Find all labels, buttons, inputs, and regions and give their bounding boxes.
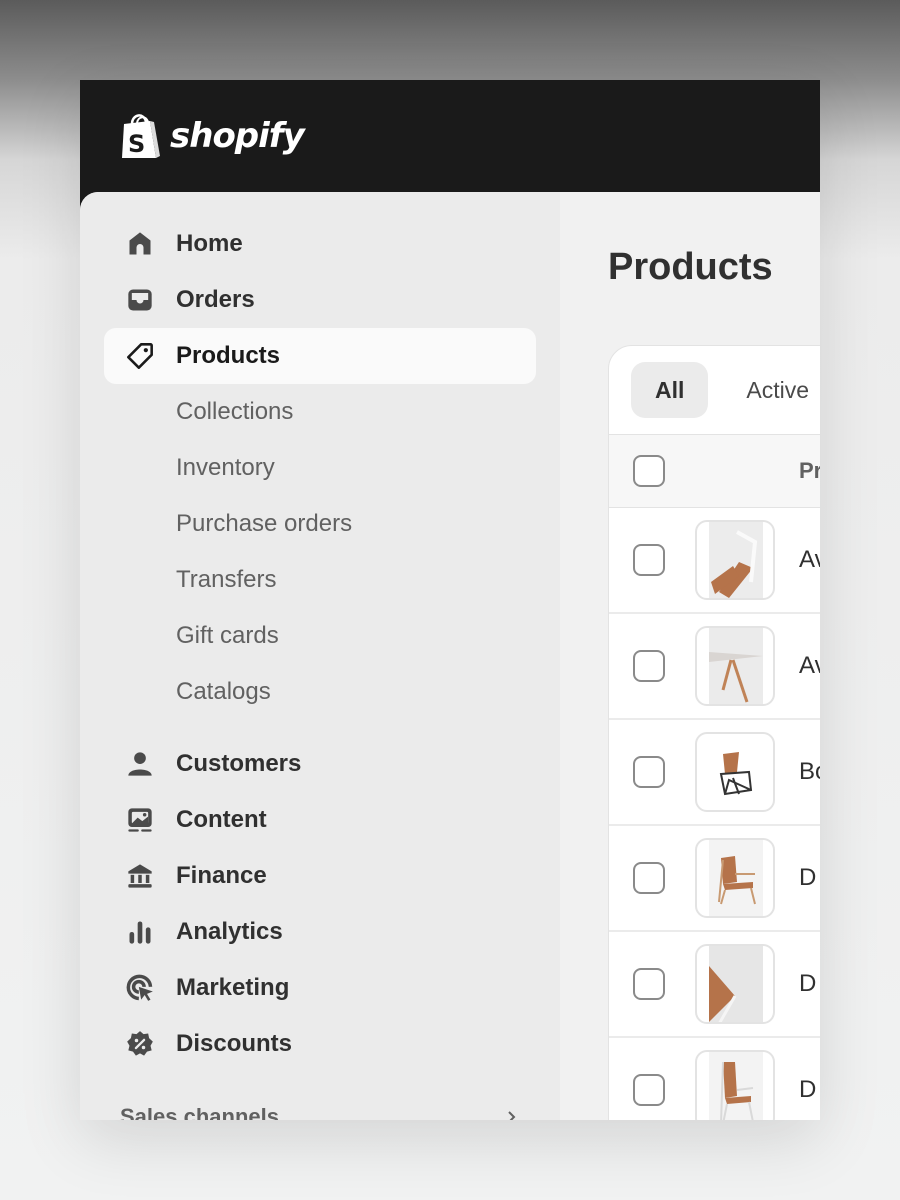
sidebar-item-orders[interactable]: Orders [104, 272, 536, 328]
sidebar-item-discounts[interactable]: Discounts [104, 1016, 536, 1072]
filter-tabs: All Active [609, 346, 820, 434]
product-image-chair-closeup [709, 946, 763, 1022]
row-checkbox[interactable] [633, 544, 665, 576]
main-content: Products All Active Product Av Av Bo D D D [560, 192, 820, 1120]
svg-text:S: S [128, 130, 145, 158]
product-thumbnail[interactable] [695, 626, 775, 706]
sidebar-item-label: Content [176, 806, 267, 833]
tab-active[interactable]: Active [722, 362, 820, 418]
sidebar-item-label: Home [176, 230, 243, 257]
sidebar-item-home[interactable]: Home [104, 216, 536, 272]
sidebar-subitem-gift-cards[interactable]: Gift cards [80, 608, 560, 664]
column-header-product[interactable]: Product [799, 458, 820, 484]
sidebar-item-label: Analytics [176, 918, 283, 945]
target-icon [126, 974, 154, 1002]
app-window: S shopify Home Orders Products Collectio… [80, 80, 820, 1120]
product-name[interactable]: D [799, 864, 816, 892]
product-name[interactable]: Av [799, 546, 820, 574]
sidebar-subitem-catalogs[interactable]: Catalogs [80, 664, 560, 720]
products-table-card: All Active Product Av Av Bo D D D [608, 345, 820, 1120]
discount-badge-icon [126, 1030, 154, 1058]
sidebar-subitem-transfers[interactable]: Transfers [80, 552, 560, 608]
shopify-bag-icon: S [122, 114, 160, 158]
product-image-highback-chair [709, 1052, 763, 1120]
tag-icon [126, 342, 154, 370]
table-row[interactable]: Bo [609, 720, 820, 826]
sidebar-item-label: Discounts [176, 1030, 293, 1057]
bank-icon [126, 862, 154, 890]
sidebar-item-finance[interactable]: Finance [104, 848, 536, 904]
page-title: Products [608, 246, 773, 288]
product-thumbnail[interactable] [695, 944, 775, 1024]
shopify-wordmark: shopify [170, 116, 305, 156]
top-bar: S shopify [80, 80, 820, 192]
shopify-logo[interactable]: S shopify [120, 112, 305, 160]
sidebar: Home Orders Products Collections Invento… [80, 192, 560, 1120]
row-checkbox[interactable] [633, 650, 665, 682]
product-image-stacked-chairs [719, 752, 753, 796]
product-name[interactable]: Av [799, 652, 820, 680]
product-name[interactable]: D [799, 970, 816, 998]
product-name[interactable]: Bo [799, 758, 820, 786]
sidebar-item-label: Products [176, 342, 281, 369]
row-checkbox[interactable] [633, 968, 665, 1000]
sidebar-item-content[interactable]: Content [104, 792, 536, 848]
product-thumbnail[interactable] [695, 520, 775, 600]
sidebar-subitem-collections[interactable]: Collections [80, 384, 560, 440]
sidebar-subitem-purchase-orders[interactable]: Purchase orders [80, 496, 560, 552]
image-icon [126, 806, 154, 834]
bar-chart-icon [126, 918, 154, 946]
product-image-table [709, 628, 763, 704]
table-header: Product [609, 434, 820, 508]
inbox-icon [126, 286, 154, 314]
table-row[interactable]: Av [609, 508, 820, 614]
sidebar-item-label: Orders [176, 286, 255, 313]
table-row[interactable]: D [609, 932, 820, 1038]
table-body: Av Av Bo D D D [609, 508, 820, 1120]
select-all-checkbox[interactable] [633, 455, 665, 487]
sidebar-item-marketing[interactable]: Marketing [104, 960, 536, 1016]
sidebar-item-label: Marketing [176, 974, 290, 1001]
sidebar-item-label: Finance [176, 862, 267, 889]
row-checkbox[interactable] [633, 1074, 665, 1106]
sidebar-subitem-inventory[interactable]: Inventory [80, 440, 560, 496]
sidebar-item-customers[interactable]: Customers [104, 736, 536, 792]
person-icon [126, 750, 154, 778]
sidebar-item-analytics[interactable]: Analytics [104, 904, 536, 960]
product-image-lounge-chair [709, 840, 763, 916]
table-row[interactable]: Av [609, 614, 820, 720]
product-thumbnail[interactable] [695, 838, 775, 918]
chevron-right-icon[interactable] [504, 1110, 518, 1120]
row-checkbox[interactable] [633, 862, 665, 894]
content-panel: Home Orders Products Collections Invento… [80, 192, 820, 1120]
home-icon [126, 230, 154, 258]
sidebar-item-products[interactable]: Products [104, 328, 536, 384]
row-checkbox[interactable] [633, 756, 665, 788]
sidebar-item-label: Customers [176, 750, 302, 777]
product-image-chair-folded [709, 522, 763, 598]
table-row[interactable]: D [609, 826, 820, 932]
table-row[interactable]: D [609, 1038, 820, 1120]
tab-all[interactable]: All [631, 362, 709, 418]
product-thumbnail[interactable] [695, 732, 775, 812]
product-name[interactable]: D [799, 1076, 816, 1104]
sales-channels-heading[interactable]: Sales channels [120, 1104, 279, 1120]
product-thumbnail[interactable] [695, 1050, 775, 1120]
